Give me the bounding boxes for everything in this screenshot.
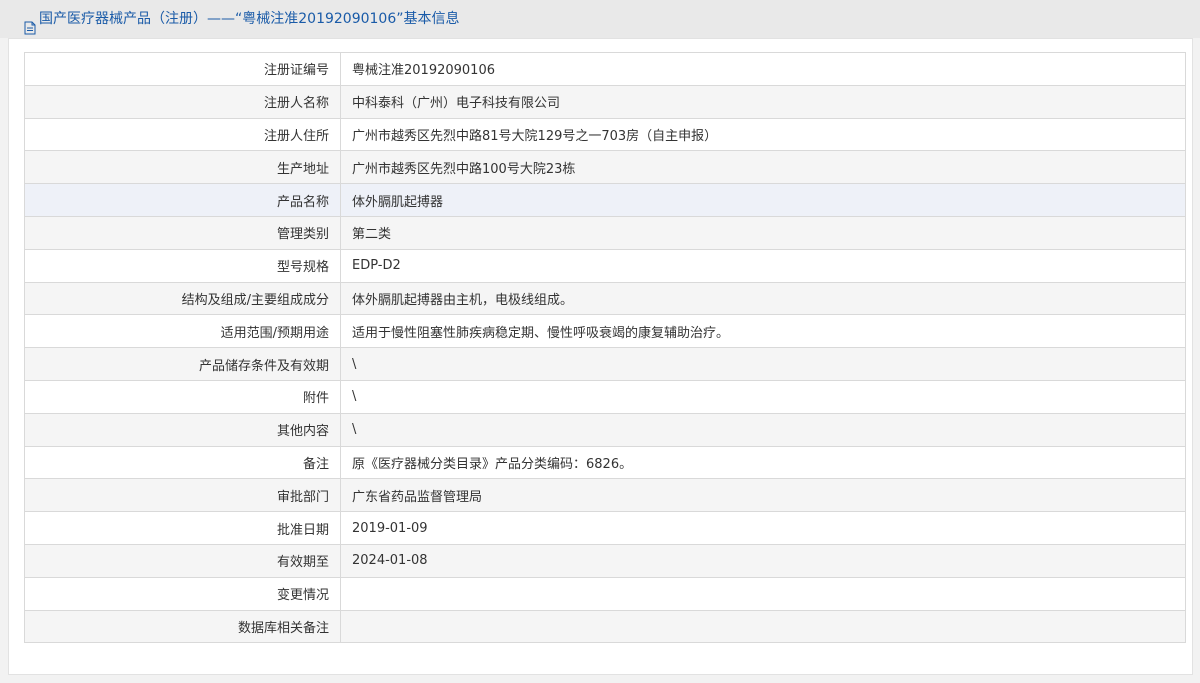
row-label: 注册人名称 bbox=[24, 84, 341, 119]
table-row: 生产地址 广州市越秀区先烈中路100号大院23栋 bbox=[24, 150, 1186, 185]
row-label: 结构及组成/主要组成成分 bbox=[24, 281, 341, 316]
table-row: 管理类别 第二类 bbox=[24, 215, 1186, 250]
row-label: 注册人住所 bbox=[24, 117, 341, 152]
row-value: 粤械注准20192090106 bbox=[340, 52, 1186, 86]
info-table: 注册证编号 粤械注准20192090106 注册人名称 中科泰科（广州）电子科技有限公… bbox=[24, 52, 1186, 644]
page-header: 国产医疗器械产品（注册）——“粤械注准20192090106”基本信息 bbox=[0, 0, 1200, 38]
row-value: 体外膈肌起搏器 bbox=[340, 183, 1186, 217]
table-row: 产品储存条件及有效期 \ bbox=[24, 347, 1186, 381]
table-row: 备注 原《医疗器械分类目录》产品分类编码：6826。 bbox=[24, 445, 1186, 480]
row-label: 批准日期 bbox=[24, 511, 341, 545]
page-title-text: 国产医疗器械产品（注册）——“粤械注准20192090106”基本信息 bbox=[39, 11, 460, 27]
row-label: 变更情况 bbox=[24, 576, 341, 611]
row-label: 型号规格 bbox=[24, 248, 341, 283]
row-value: 广东省药品监督管理局 bbox=[340, 478, 1186, 513]
table-row: 有效期至 2024-01-08 bbox=[24, 543, 1186, 578]
row-value: \ bbox=[340, 412, 1186, 447]
table-row: 注册证编号 粤械注准20192090106 bbox=[24, 52, 1186, 86]
row-label: 产品储存条件及有效期 bbox=[24, 347, 341, 381]
row-value: 广州市越秀区先烈中路81号大院129号之一703房（自主申报） bbox=[340, 117, 1186, 152]
table-row: 其他内容 \ bbox=[24, 412, 1186, 447]
row-label: 产品名称 bbox=[24, 183, 341, 217]
row-value: \ bbox=[340, 347, 1186, 381]
row-label: 备注 bbox=[24, 445, 341, 480]
row-value: 2019-01-09 bbox=[340, 511, 1186, 545]
table-row: 数据库相关备注 bbox=[24, 609, 1186, 644]
row-value: 2024-01-08 bbox=[340, 543, 1186, 578]
table-row: 注册人名称 中科泰科（广州）电子科技有限公司 bbox=[24, 84, 1186, 119]
row-value: 体外膈肌起搏器由主机，电极线组成。 bbox=[340, 281, 1186, 316]
table-row: 结构及组成/主要组成成分 体外膈肌起搏器由主机，电极线组成。 bbox=[24, 281, 1186, 316]
row-label: 注册证编号 bbox=[24, 52, 341, 86]
row-value: \ bbox=[340, 379, 1186, 414]
row-value: EDP-D2 bbox=[340, 248, 1186, 283]
table-row: 注册人住所 广州市越秀区先烈中路81号大院129号之一703房（自主申报） bbox=[24, 117, 1186, 152]
row-value bbox=[340, 609, 1186, 644]
table-row: 变更情况 bbox=[24, 576, 1186, 611]
row-label: 管理类别 bbox=[24, 215, 341, 250]
row-label: 数据库相关备注 bbox=[24, 609, 341, 644]
row-value: 第二类 bbox=[340, 215, 1186, 250]
row-label: 审批部门 bbox=[24, 478, 341, 513]
row-label: 有效期至 bbox=[24, 543, 341, 578]
document-icon bbox=[24, 12, 36, 35]
row-label: 生产地址 bbox=[24, 150, 341, 185]
table-row: 型号规格 EDP-D2 bbox=[24, 248, 1186, 283]
page-title: 国产医疗器械产品（注册）——“粤械注准20192090106”基本信息 bbox=[24, 0, 459, 38]
row-value bbox=[340, 576, 1186, 611]
table-row: 附件 \ bbox=[24, 379, 1186, 414]
row-value: 中科泰科（广州）电子科技有限公司 bbox=[340, 84, 1186, 119]
row-label: 适用范围/预期用途 bbox=[24, 314, 341, 349]
row-value: 原《医疗器械分类目录》产品分类编码：6826。 bbox=[340, 445, 1186, 480]
row-label: 附件 bbox=[24, 379, 341, 414]
table-row: 审批部门 广东省药品监督管理局 bbox=[24, 478, 1186, 513]
row-label: 其他内容 bbox=[24, 412, 341, 447]
table-row: 批准日期 2019-01-09 bbox=[24, 511, 1186, 545]
table-row: 产品名称 体外膈肌起搏器 bbox=[24, 183, 1186, 217]
table-row: 适用范围/预期用途 适用于慢性阻塞性肺疾病稳定期、慢性呼吸衰竭的康复辅助治疗。 bbox=[24, 314, 1186, 349]
row-value: 广州市越秀区先烈中路100号大院23栋 bbox=[340, 150, 1186, 185]
row-value: 适用于慢性阻塞性肺疾病稳定期、慢性呼吸衰竭的康复辅助治疗。 bbox=[340, 314, 1186, 349]
